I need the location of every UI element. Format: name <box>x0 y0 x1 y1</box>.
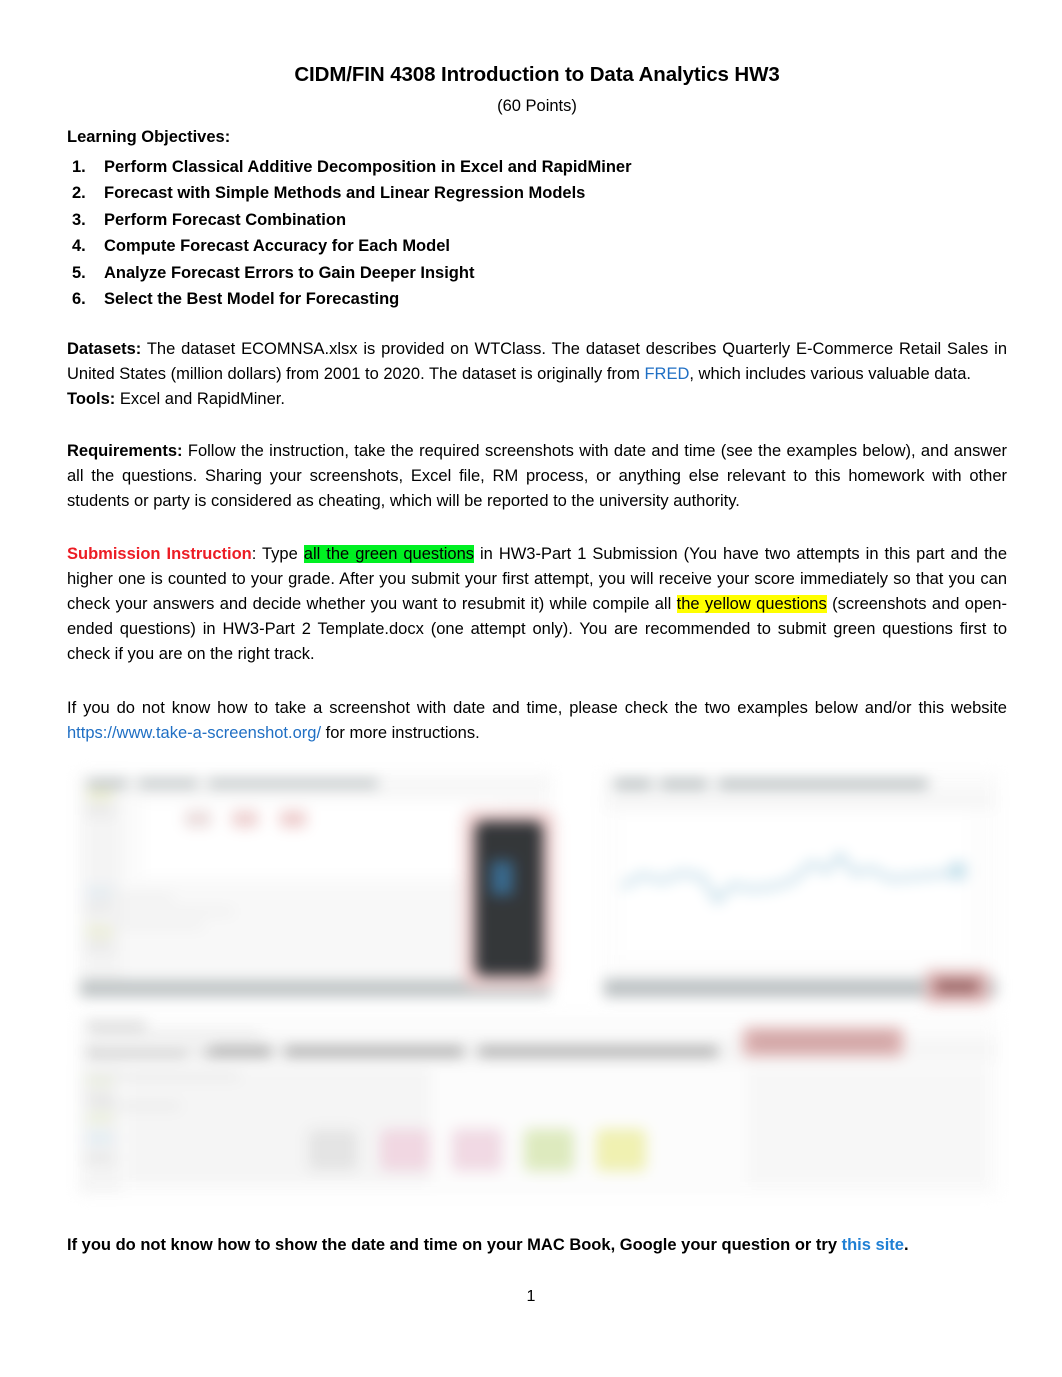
example-screenshot-app <box>79 1015 997 1194</box>
chart-plot-area <box>620 814 967 955</box>
panel-row <box>94 922 204 928</box>
window-label <box>86 1020 146 1030</box>
mac-help-text-2: . <box>903 1235 909 1254</box>
ribbon-text <box>202 1046 272 1056</box>
mac-help-paragraph: If you do not know how to show the date … <box>67 1198 1007 1257</box>
page-title: CIDM/FIN 4308 Introduction to Data Analy… <box>294 63 780 86</box>
panel-row <box>90 1046 210 1053</box>
datasets-label: Datasets: <box>67 339 142 358</box>
submission-text-1: : Type <box>251 545 304 564</box>
datasets-text-2: , which includes various valuable data. <box>689 364 971 383</box>
sidebar-chip <box>86 1112 114 1123</box>
taskbar-item <box>88 779 128 787</box>
sidebar-chip <box>86 1152 114 1163</box>
color-swatch <box>308 1128 358 1171</box>
panel-row <box>90 1030 260 1037</box>
list-item-number: 5. <box>72 263 86 282</box>
screenshot-help-paragraph: If you do not know how to take a screens… <box>67 696 1007 746</box>
taskbar-item <box>208 779 378 787</box>
list-item: 1. Perform Classical Additive Decomposit… <box>67 149 1007 176</box>
tools-paragraph: Tools: Excel and RapidMiner. <box>67 387 1007 412</box>
page-number: 1 <box>526 1288 536 1305</box>
tools-text: Excel and RapidMiner. <box>115 389 285 408</box>
sidebar-chip <box>86 1132 114 1143</box>
example-screenshots <box>67 768 1007 1198</box>
sidebar-chip <box>87 940 113 952</box>
taskbar-item <box>718 779 928 788</box>
points-subtitle: (60 Points) <box>497 96 577 115</box>
list-item: 2. Forecast with Simple Methods and Line… <box>67 175 1007 202</box>
sidebar-chip <box>87 788 113 800</box>
color-swatch <box>380 1128 430 1171</box>
list-item-label: Select the Best Model for Forecasting <box>104 290 400 309</box>
card-dot <box>185 810 211 827</box>
submission-instruction-label: Submission Instruction <box>67 545 252 564</box>
chart-toolbar <box>604 794 996 808</box>
phone-screen <box>491 860 513 895</box>
list-item: 5. Analyze Forecast Errors to Gain Deepe… <box>67 255 1007 282</box>
learning-objectives-list: 1. Perform Classical Additive Decomposit… <box>67 149 1007 308</box>
list-item-number: 2. <box>72 184 86 203</box>
this-site-link[interactable]: this site <box>842 1236 904 1254</box>
clock-datetime <box>935 979 979 993</box>
mac-help-text-1: If you do not know how to show the date … <box>67 1235 842 1254</box>
list-item-label: Perform Classical Additive Decomposition… <box>104 157 632 176</box>
tools-label: Tools: <box>67 389 116 408</box>
screenshot-help-text-1: If you do not know how to take a screens… <box>67 698 1007 717</box>
card-dot <box>232 810 258 827</box>
list-item-number: 6. <box>72 290 86 309</box>
app-right-panel <box>748 1068 988 1187</box>
screenshot-help-text-2: for more instructions. <box>321 723 480 742</box>
fred-link[interactable]: FRED <box>644 365 689 383</box>
list-item-number: 3. <box>72 210 86 229</box>
requirements-label: Requirements: <box>67 441 183 460</box>
list-item-label: Perform Forecast Combination <box>104 210 347 229</box>
panel-row <box>94 908 234 914</box>
take-a-screenshot-link[interactable]: https://www.take-a-screenshot.org/ <box>67 724 321 742</box>
taskbar-item <box>138 779 198 787</box>
phone-mockup <box>475 820 543 976</box>
document-page: CIDM/FIN 4308 Introduction to Data Analy… <box>0 0 1062 1377</box>
sidebar-chip <box>86 1092 114 1103</box>
list-item: 6. Select the Best Model for Forecasting <box>67 281 1007 308</box>
green-questions-highlight: all the green questions <box>303 545 475 564</box>
panel-row <box>94 894 174 900</box>
card-dot <box>280 810 306 827</box>
datasets-paragraph: Datasets: The dataset ECOMNSA.xlsx is pr… <box>67 337 1007 387</box>
document-content: CIDM/FIN 4308 Introduction to Data Analy… <box>67 0 1007 1257</box>
list-item-label: Analyze Forecast Errors to Gain Deeper I… <box>104 263 475 282</box>
list-item: 3. Perform Forecast Combination <box>67 202 1007 229</box>
learning-objectives-heading: Learning Objectives: <box>67 128 231 147</box>
ribbon-text <box>284 1046 464 1056</box>
list-item-number: 1. <box>72 157 86 176</box>
requirements-paragraph: Requirements: Follow the instruction, ta… <box>67 439 1007 514</box>
panel-row <box>90 1072 240 1079</box>
list-item-label: Compute Forecast Accuracy for Each Model <box>104 237 450 256</box>
example-screenshot-chart <box>603 773 997 998</box>
color-swatch <box>596 1128 646 1171</box>
taskbar-item <box>660 779 708 788</box>
sidebar-chip <box>87 804 113 816</box>
list-item-number: 4. <box>72 237 86 256</box>
yellow-questions-highlight: the yellow questions <box>676 595 827 614</box>
color-swatch <box>524 1128 574 1171</box>
panel-row <box>90 1102 180 1109</box>
taskbar-item <box>614 779 652 788</box>
submission-paragraph: Submission Instruction: Type all the gre… <box>67 542 1007 667</box>
line-chart-icon <box>620 851 967 904</box>
color-swatch <box>452 1128 502 1171</box>
list-item: 4. Compute Forecast Accuracy for Each Mo… <box>67 228 1007 255</box>
action-button[interactable] <box>752 1032 894 1050</box>
requirements-text: Follow the instruction, take the require… <box>67 441 1007 511</box>
ribbon-text <box>478 1046 718 1056</box>
list-item-label: Forecast with Simple Methods and Linear … <box>104 184 586 203</box>
